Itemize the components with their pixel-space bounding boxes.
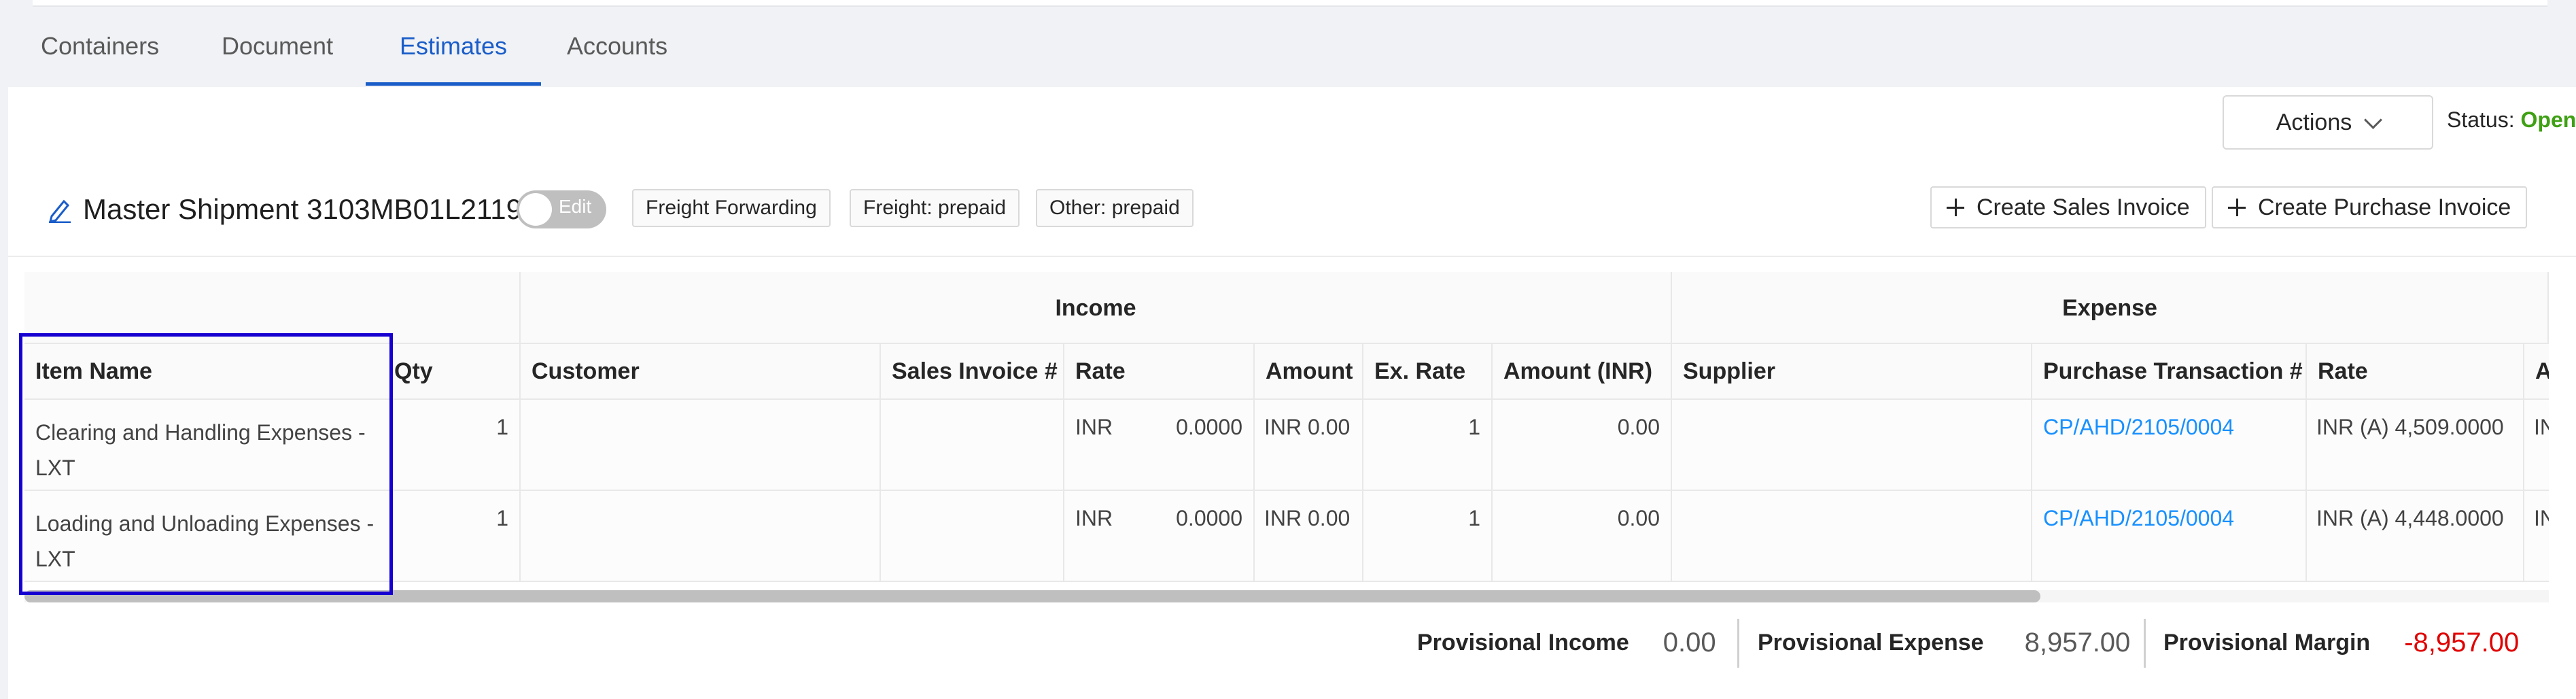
- table-row-amount-inr: 0.00: [1493, 491, 1672, 582]
- table-row-customer[interactable]: [521, 491, 881, 582]
- table-row-amount: INR 0.00: [1255, 491, 1363, 582]
- provisional-margin-label: Provisional Margin: [2163, 629, 2371, 655]
- col-qty: Qty: [391, 344, 521, 400]
- tab-bar: Containers Document Estimates Accounts: [0, 12, 2576, 86]
- actions-label: Actions: [2276, 109, 2352, 135]
- group-header-income: Income: [521, 272, 1672, 344]
- table-row-purchase-txn: CP/AHD/2105/0004: [2032, 400, 2307, 491]
- table-row-expense-rate: INR (A) 4,448.0000: [2307, 491, 2524, 582]
- provisional-expense-label: Provisional Expense: [1758, 629, 1984, 655]
- item-name-highlight-box: [19, 333, 393, 595]
- table-row-rate[interactable]: INR 0.0000: [1064, 491, 1255, 582]
- plus-icon: [1947, 199, 1964, 216]
- actions-dropdown[interactable]: Actions: [2223, 95, 2433, 150]
- table-row-qty: 1: [391, 491, 521, 582]
- table-row-amount-inr: 0.00: [1493, 400, 1672, 491]
- edit-pencil-icon[interactable]: [48, 196, 72, 223]
- table-row-expense-rate: INR (A) 4,509.0000: [2307, 400, 2524, 491]
- edit-toggle[interactable]: Edit: [517, 190, 606, 228]
- col-ex-rate: Ex. Rate: [1363, 344, 1493, 400]
- table-row-amount: INR 0.00: [1255, 400, 1363, 491]
- col-amount: Amount: [1255, 344, 1363, 400]
- tag-freight-prepaid: Freight: prepaid: [850, 189, 1020, 227]
- col-expense-rate: Rate: [2307, 344, 2524, 400]
- provisional-income-value: 0.00: [1663, 627, 1716, 658]
- purchase-txn-link[interactable]: CP/AHD/2105/0004: [2043, 506, 2234, 531]
- table-row-purchase-txn: CP/AHD/2105/0004: [2032, 491, 2307, 582]
- status-label: Status:: [2447, 107, 2515, 132]
- create-purchase-invoice-button[interactable]: Create Purchase Invoice: [2212, 186, 2528, 228]
- summary-expense: Provisional Expense 8,957.00: [1758, 615, 2130, 670]
- status-value: Open: [2520, 107, 2576, 132]
- summary-income: Provisional Income 0.00: [1417, 615, 1716, 670]
- table-row-expense-amount: IN: [2524, 491, 2549, 582]
- tab-document[interactable]: Document: [188, 12, 367, 86]
- col-sales-invoice: Sales Invoice #: [881, 344, 1064, 400]
- col-amount-inr: Amount (INR): [1493, 344, 1672, 400]
- tab-accounts[interactable]: Accounts: [533, 12, 701, 86]
- chevron-down-icon: [2364, 110, 2383, 129]
- create-purchase-label: Create Purchase Invoice: [2258, 194, 2511, 220]
- tag-other-prepaid: Other: prepaid: [1036, 189, 1194, 227]
- create-sales-label: Create Sales Invoice: [1977, 194, 2190, 220]
- summary-divider: [1737, 619, 1739, 668]
- table-row-ex-rate: 1: [1363, 400, 1493, 491]
- plus-icon: [2228, 199, 2246, 216]
- divider: [8, 256, 2576, 257]
- purchase-txn-link[interactable]: CP/AHD/2105/0004: [2043, 415, 2234, 440]
- table-row-expense-amount: IN: [2524, 400, 2549, 491]
- table-row-supplier[interactable]: [1672, 491, 2032, 582]
- table-row-rate[interactable]: INR 0.0000: [1064, 400, 1255, 491]
- status-indicator: Status: Open: [2447, 107, 2576, 133]
- group-header-expense: Expense: [1672, 272, 2549, 344]
- provisional-income-label: Provisional Income: [1417, 629, 1629, 655]
- shipment-title: Master Shipment 3103MB01L2119: [83, 193, 522, 225]
- provisional-margin-value: -8,957.00: [2404, 627, 2520, 658]
- tab-containers[interactable]: Containers: [7, 12, 193, 86]
- toggle-knob: [519, 193, 552, 226]
- toggle-label: Edit: [559, 196, 592, 217]
- table-row-supplier[interactable]: [1672, 400, 2032, 491]
- top-bar: [33, 0, 2547, 7]
- estimates-table: Income Expense Item Name Qty Customer Sa…: [24, 272, 2549, 585]
- col-expense-amount: A: [2524, 344, 2549, 400]
- summary-margin: Provisional Margin -8,957.00: [2163, 615, 2519, 670]
- tab-estimates[interactable]: Estimates: [366, 12, 542, 86]
- provisional-expense-value: 8,957.00: [2024, 627, 2131, 658]
- table-row-sales-invoice: [881, 400, 1064, 491]
- col-customer: Customer: [521, 344, 881, 400]
- col-purchase-transaction: Purchase Transaction #: [2032, 344, 2307, 400]
- tag-freight-forwarding: Freight Forwarding: [632, 189, 831, 227]
- table-row-sales-invoice: [881, 491, 1064, 582]
- create-sales-invoice-button[interactable]: Create Sales Invoice: [1930, 186, 2206, 228]
- col-rate: Rate: [1064, 344, 1255, 400]
- table-row-customer[interactable]: [521, 400, 881, 491]
- col-supplier: Supplier: [1672, 344, 2032, 400]
- summary-divider: [2144, 619, 2146, 668]
- table-row-ex-rate: 1: [1363, 491, 1493, 582]
- table-row-qty: 1: [391, 400, 521, 491]
- shipment-header: Master Shipment 3103MB01L2119: [48, 189, 522, 230]
